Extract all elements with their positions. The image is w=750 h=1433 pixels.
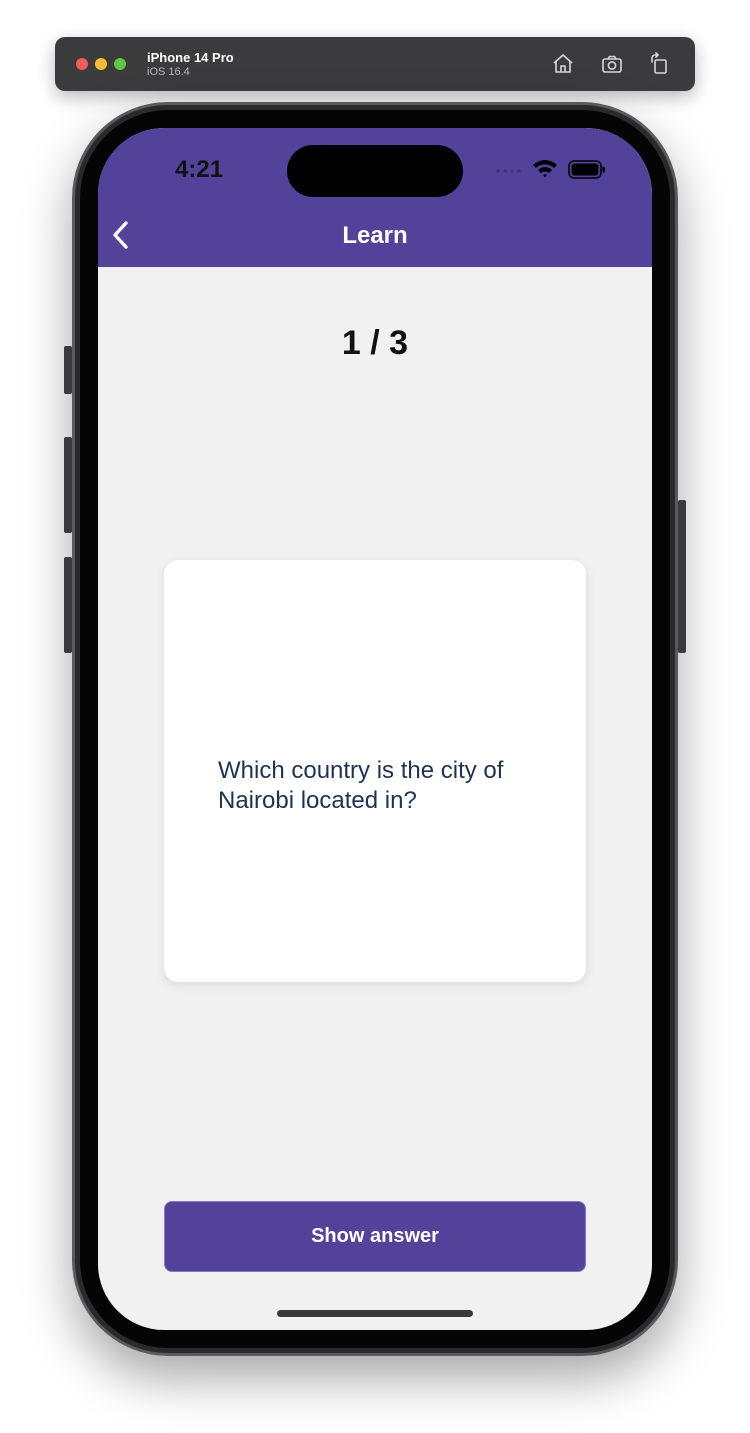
- home-icon[interactable]: [551, 52, 575, 76]
- navigation-bar: 4:21 Learn: [98, 128, 652, 267]
- flashcard-question: Which country is the city of Nairobi loc…: [218, 757, 504, 814]
- flashcard[interactable]: Which country is the city of Nairobi loc…: [164, 560, 586, 982]
- simulator-toolbar: iPhone 14 Pro iOS 16.4: [55, 37, 695, 91]
- device-name: iPhone 14 Pro: [147, 50, 234, 65]
- cellular-signal-icon: [496, 169, 521, 173]
- zoom-window-button[interactable]: [114, 58, 126, 70]
- volume-up-button: [64, 437, 72, 533]
- home-indicator: [277, 1310, 473, 1317]
- minimize-window-button[interactable]: [95, 58, 107, 70]
- status-time: 4:21: [175, 156, 224, 183]
- wifi-icon: [533, 160, 557, 178]
- close-window-button[interactable]: [76, 58, 88, 70]
- page-title: Learn: [342, 222, 408, 249]
- volume-down-button: [64, 557, 72, 653]
- battery-icon: [568, 160, 605, 179]
- mute-switch: [64, 346, 72, 394]
- phone-screen: 4:21 Learn 1 / 3 Which country is the ci…: [98, 128, 652, 1330]
- os-version: iOS 16.4: [147, 66, 190, 78]
- rotate-icon[interactable]: [647, 52, 671, 76]
- simulator-window: iPhone 14 Pro iOS 16.4 4:21 Learn 1 / 3 …: [0, 0, 750, 1433]
- show-answer-button[interactable]: Show answer: [164, 1201, 586, 1272]
- power-button: [678, 500, 686, 653]
- card-progress: 1 / 3: [341, 324, 409, 362]
- screenshot-icon[interactable]: [600, 52, 624, 76]
- dynamic-island: [287, 145, 463, 197]
